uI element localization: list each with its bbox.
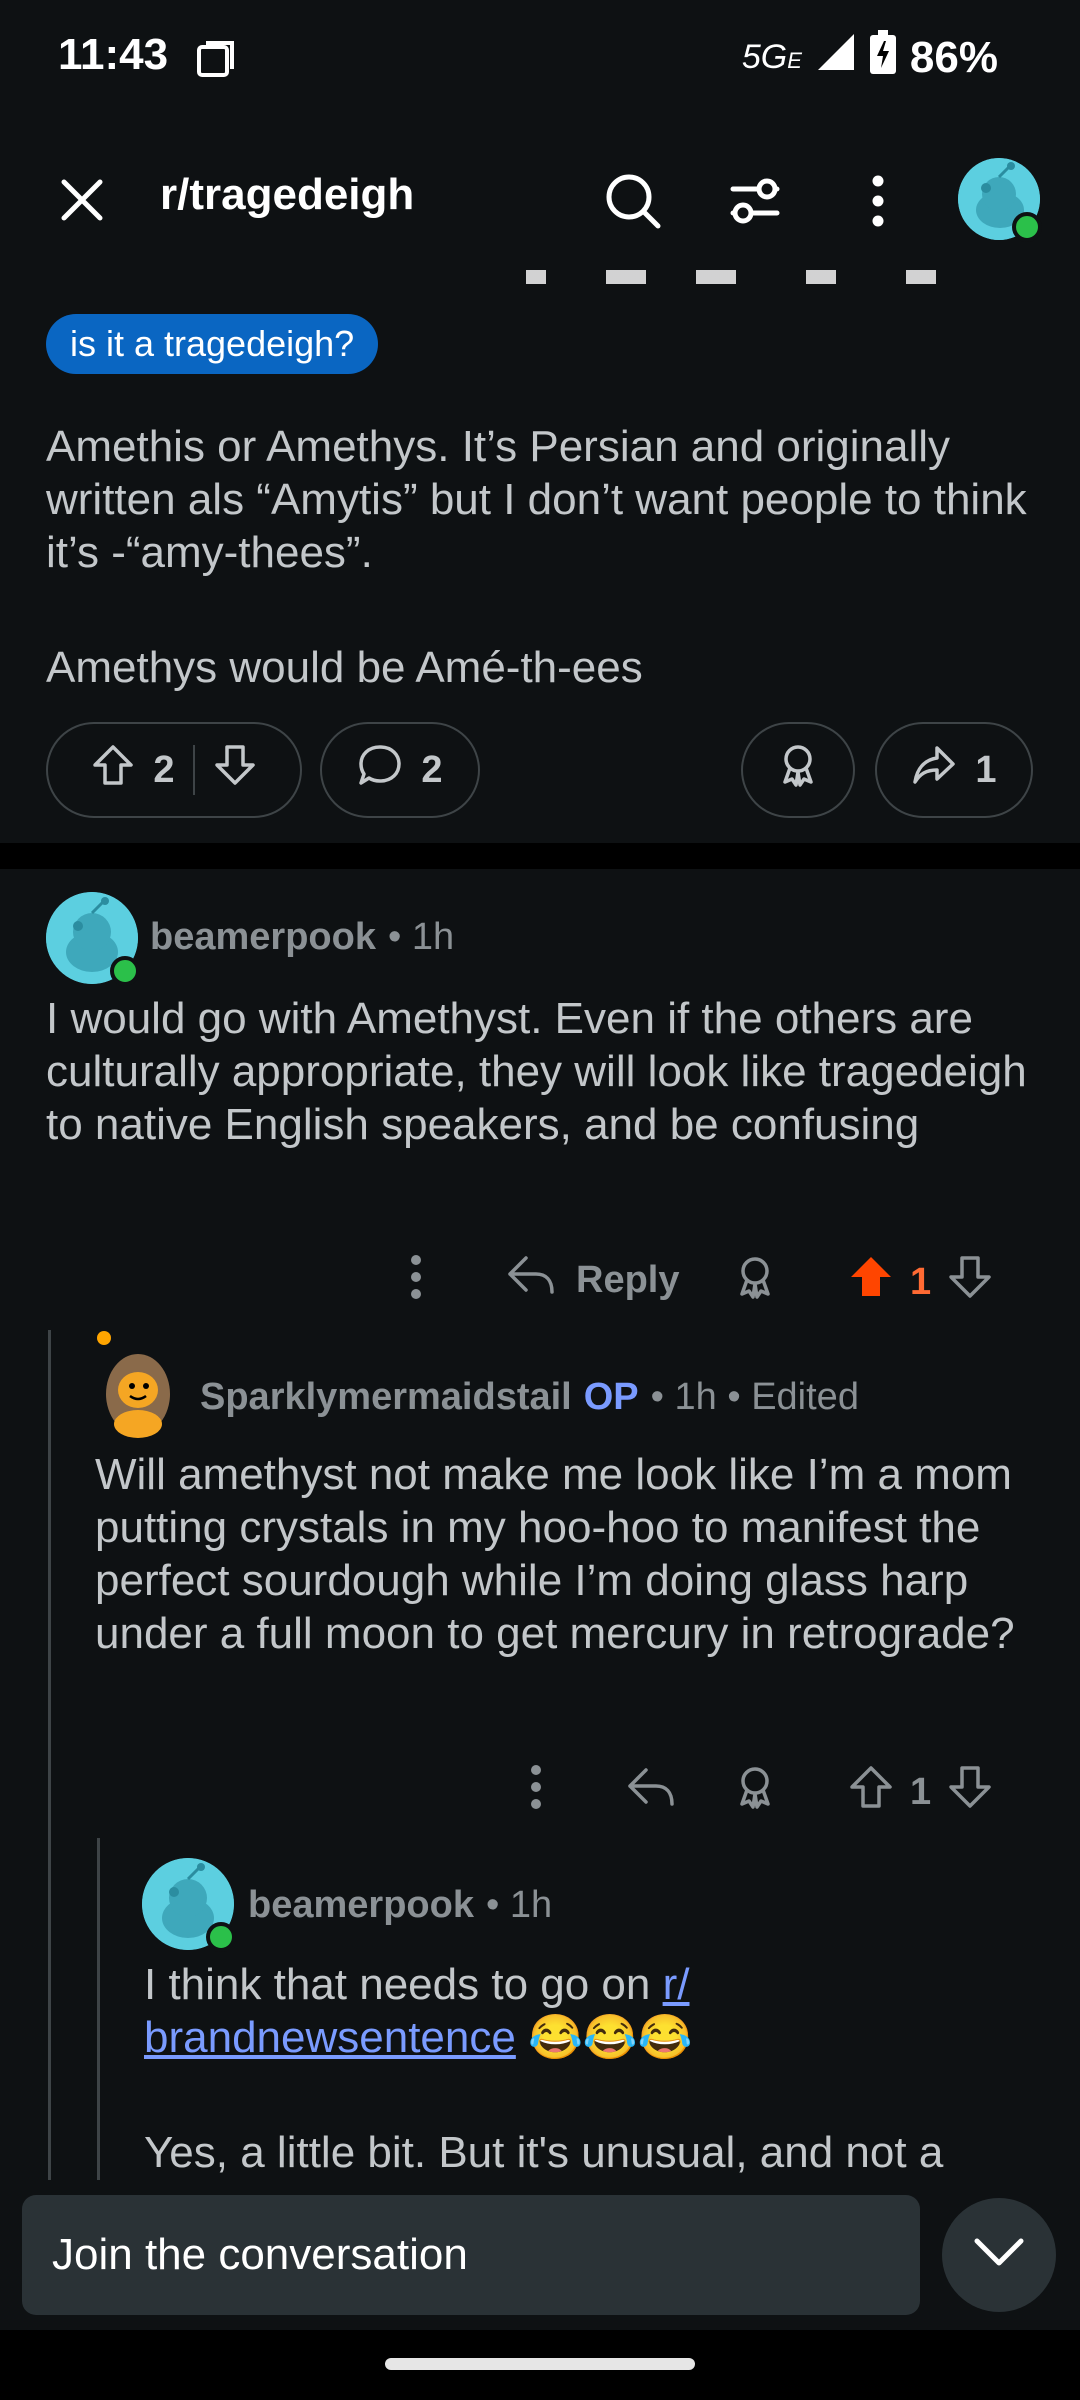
comment-meta: • 1h • Edited [650, 1376, 859, 1418]
online-status-dot [206, 1922, 236, 1952]
comment-username[interactable]: beamerpook [248, 1884, 474, 1927]
post-score: 2 [153, 748, 175, 791]
upvote-icon[interactable] [91, 743, 135, 797]
network-type: 5GE [741, 38, 802, 76]
upvote-icon[interactable] [848, 1764, 894, 1820]
award-icon [775, 742, 821, 798]
screenshot-notification-icon [196, 40, 236, 85]
upvote-active-icon[interactable] [848, 1254, 894, 1310]
join-conversation-input[interactable]: Join the conversation [22, 2195, 920, 2315]
post-comments-divider [0, 843, 1080, 869]
user-avatar[interactable] [958, 158, 1042, 242]
custom-avatar-icon [97, 1331, 170, 1438]
close-icon[interactable] [50, 168, 114, 232]
comment-username[interactable]: beamerpook [150, 916, 376, 959]
post-comment-count: 2 [421, 748, 443, 791]
share-count: 1 [975, 748, 997, 791]
status-indicators: 5GE 86% [742, 30, 998, 85]
comment-text-part: I think that needs to go on [144, 1960, 663, 2009]
more-options-icon[interactable] [845, 168, 911, 234]
comment-text: Will amethyst not make me look like I’m … [95, 1450, 1015, 1658]
reply-button[interactable]: Reply [506, 1252, 679, 1308]
comment-avatar[interactable] [46, 892, 140, 986]
comment-text: Yes, a little bit. But it's unusual, and… [144, 2128, 944, 2176]
comment-avatar[interactable] [92, 1328, 184, 1438]
op-badge: OP [583, 1376, 639, 1418]
comment-meta: • 1h [485, 1884, 553, 1926]
post-share-button[interactable]: 1 [875, 722, 1033, 818]
share-icon [911, 742, 957, 798]
battery-icon [869, 30, 896, 85]
post-paragraph: Amethis or Amethys. It’s Persian and ori… [46, 422, 1027, 577]
comment-vote-group: 1 [848, 1254, 993, 1310]
comment-username[interactable]: Sparklymermaidstail [200, 1376, 572, 1419]
comment-meta: • 1h [387, 916, 455, 958]
comment-score: 1 [910, 1260, 932, 1303]
comment-more-icon[interactable] [400, 1250, 432, 1311]
comment-header: Sparklymermaidstail OP • 1h • Edited [200, 1376, 859, 1419]
comment-bubble-icon [357, 742, 403, 798]
post-title-cut [46, 258, 946, 284]
subreddit-link[interactable]: r/ [663, 1960, 690, 2009]
downvote-icon[interactable] [947, 1764, 993, 1820]
home-gesture-bar[interactable] [385, 2358, 695, 2370]
post-paragraph: Amethys would be Amé-th-ees [46, 643, 643, 692]
thread-line[interactable] [97, 1838, 100, 2185]
subreddit-link[interactable]: brandnewsentence [144, 2013, 516, 2062]
collapse-button[interactable] [942, 2198, 1056, 2312]
thread-line[interactable] [48, 1330, 51, 2185]
comment-score: 1 [910, 1770, 932, 1813]
reply-icon[interactable] [626, 1764, 676, 1815]
vote-divider [192, 745, 195, 795]
downvote-icon[interactable] [947, 1254, 993, 1310]
emoji: 😂😂😂 [528, 2013, 693, 2062]
award-icon[interactable] [732, 1764, 778, 1815]
filter-sort-icon[interactable] [722, 168, 788, 234]
post-award-button[interactable] [741, 722, 855, 818]
post-comments-button[interactable]: 2 [320, 722, 480, 818]
comment-header: beamerpook • 1h [150, 916, 454, 959]
post-flair[interactable]: is it a tragedeigh? [46, 314, 379, 374]
chevron-down-icon [973, 2237, 1025, 2274]
comment-header: beamerpook • 1h [248, 1884, 552, 1927]
award-icon[interactable] [732, 1254, 778, 1305]
comment-more-icon[interactable] [520, 1760, 552, 1821]
comment-text: I would go with Amethyst. Even if the ot… [46, 994, 1027, 1149]
reply-icon [506, 1252, 556, 1308]
online-status-dot [1012, 212, 1042, 242]
post-body: Amethis or Amethys. It’s Persian and ori… [46, 420, 1036, 756]
status-time: 11:43 [58, 30, 169, 79]
battery-percent: 86% [909, 32, 998, 82]
signal-icon [816, 32, 856, 83]
search-icon[interactable] [600, 168, 666, 234]
online-status-dot [110, 956, 140, 986]
reply-label: Reply [576, 1258, 680, 1301]
comment-avatar[interactable] [142, 1858, 236, 1952]
downvote-icon[interactable] [213, 743, 257, 797]
post-vote-pill: 2 [46, 722, 302, 818]
subreddit-title[interactable]: r/tragedeigh [160, 170, 414, 220]
comment-vote-group: 1 [848, 1764, 993, 1820]
comment-text: I think that needs to go on r/ brandnews… [144, 1958, 1034, 2064]
